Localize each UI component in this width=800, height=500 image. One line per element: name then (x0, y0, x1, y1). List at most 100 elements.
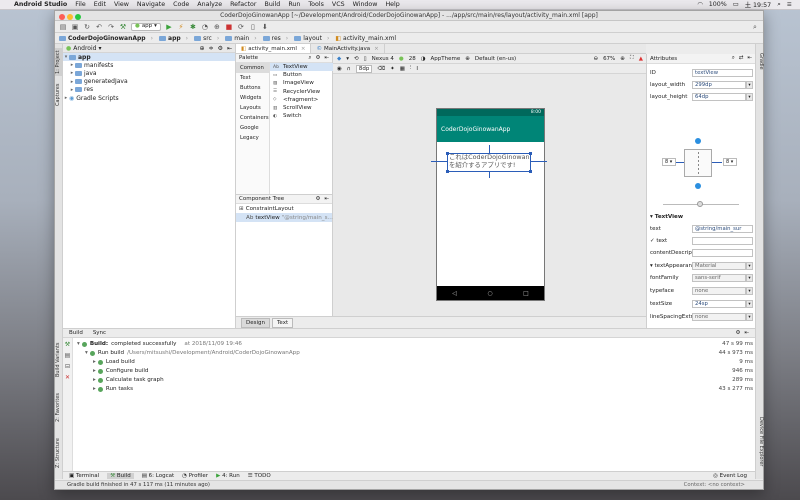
locate-icon[interactable]: ⊕ (200, 45, 205, 52)
menubar-app-name[interactable]: Android Studio (14, 1, 67, 8)
menu-run[interactable]: Run (288, 1, 300, 8)
warnings-icon[interactable]: ▲ (639, 56, 643, 62)
tab-mainactivity-java[interactable]: © MainActivity.java × (311, 44, 385, 53)
project-tool-tab[interactable]: 1: Project (55, 48, 63, 76)
tree-item-gradle-scripts[interactable]: ▸ ◉ Gradle Scripts (63, 94, 235, 102)
attach-debugger-icon[interactable]: ⊕ (213, 23, 221, 31)
chevron-down-icon[interactable]: ▾ (746, 274, 753, 282)
phone-preview[interactable]: 8:00 CoderDojoGinowanApp これはCoderDojoGin… (431, 108, 547, 301)
chevron-down-icon[interactable]: ▾ (98, 45, 101, 52)
api-select[interactable]: 28 (409, 56, 416, 62)
text-size-field[interactable]: 24sp (692, 300, 746, 308)
tree-constraintlayout[interactable]: ⊞ ConstraintLayout (236, 204, 332, 213)
palette-item-recyclerview[interactable]: ☰ RecyclerView (270, 88, 333, 96)
tab-run[interactable]: ▶ 4: Run (216, 473, 240, 479)
layout-height-field[interactable]: 64dp (692, 93, 746, 101)
run-icon[interactable]: ▶ (165, 23, 173, 31)
zoom-in-icon[interactable]: ⊕ (620, 56, 625, 62)
menu-file[interactable]: File (75, 1, 86, 8)
menu-list-icon[interactable]: ≡ (787, 1, 792, 8)
tree-item-manifests[interactable]: ▸ manifests (63, 61, 235, 69)
stop-icon[interactable]: ✕ (63, 374, 72, 381)
gear-icon[interactable]: ⚙ (735, 330, 740, 336)
structure-tool-tab[interactable]: Z: Structure (55, 436, 63, 470)
tree-item-res[interactable]: ▸ res (63, 86, 235, 94)
pack-icon[interactable]: ▦ (400, 66, 405, 72)
align-icon[interactable]: ⫶ (410, 65, 411, 72)
palette-item-scrollview[interactable]: ▥ ScrollView (270, 104, 333, 112)
menu-help[interactable]: Help (385, 1, 399, 8)
search-icon[interactable]: ⌕ (308, 55, 311, 62)
menu-analyze[interactable]: Analyze (197, 1, 222, 8)
collapse-icon[interactable]: ≑ (209, 45, 214, 52)
gear-icon[interactable]: ⚙ (218, 45, 223, 52)
wifi-icon[interactable]: ◠ (697, 1, 703, 8)
hammer-icon[interactable]: ⚒ (119, 23, 127, 31)
tab-sync[interactable]: Sync (93, 330, 106, 336)
line-spacing-select[interactable]: none (692, 313, 746, 321)
margin-value[interactable]: 8dp (355, 64, 373, 73)
project-view-select[interactable]: Android (73, 45, 96, 52)
run-config-select[interactable]: ● app ▾ (131, 22, 161, 31)
captures-tool-tab[interactable]: Captures (55, 82, 63, 108)
build-row-run-tasks[interactable]: ▸ Run tasks 43 s 277 ms (77, 385, 753, 393)
crumb-main[interactable]: main › (225, 35, 257, 42)
menu-tools[interactable]: Tools (308, 1, 324, 8)
menu-refactor[interactable]: Refactor (230, 1, 256, 8)
palette-category-common[interactable]: Common (236, 63, 269, 73)
crumb-project[interactable]: CoderDojoGinowanApp › (59, 35, 153, 42)
clear-constraints-icon[interactable]: ⌫ (377, 66, 385, 72)
crumb-layout[interactable]: layout › (294, 35, 329, 42)
tab-activity-main-xml[interactable]: ◧ activity_main.xml × (236, 44, 312, 53)
selection-box[interactable] (446, 152, 532, 173)
palette-item-imageview[interactable]: ▨ ImageView (270, 79, 333, 87)
hammer-icon[interactable]: ⚒ (63, 341, 72, 348)
hide-icon[interactable]: ⇤ (744, 330, 749, 336)
close-tab-icon[interactable]: × (374, 46, 379, 52)
tab-design[interactable]: Design (241, 317, 270, 328)
search-icon[interactable]: ⌕ (732, 55, 735, 62)
chevron-down-icon[interactable]: ▾ (746, 262, 753, 270)
right-constraint-link[interactable] (712, 162, 722, 163)
android-icon[interactable]: ● (399, 56, 404, 62)
palette-category-layouts[interactable]: Layouts (236, 103, 269, 113)
redo-icon[interactable]: ↷ (107, 23, 115, 31)
clock[interactable]: 土 19:57 (745, 0, 771, 9)
menu-build[interactable]: Build (265, 1, 281, 8)
chevron-right-icon[interactable]: ▸ (93, 368, 96, 374)
theme-icon[interactable]: ◑ (421, 56, 426, 62)
crumb-file[interactable]: ◧ activity_main.xml (335, 35, 396, 42)
undo-icon[interactable]: ↶ (95, 23, 103, 31)
tab-text[interactable]: Text (272, 317, 294, 328)
tree-item-generatedjava[interactable]: ▸ generatedJava (63, 78, 235, 86)
tab-event-log[interactable]: ◎ Event Log (713, 473, 747, 479)
infer-constraints-icon[interactable]: ✦ (390, 66, 395, 72)
device-icon[interactable]: ▯ (364, 56, 367, 62)
hide-icon[interactable]: ⇤ (324, 55, 329, 62)
palette-category-buttons[interactable]: Buttons (236, 83, 269, 93)
build-variants-tool-tab[interactable]: Build Variants (55, 340, 63, 380)
palette-category-text[interactable]: Text (236, 73, 269, 83)
layout-width-field[interactable]: 299dp (692, 81, 746, 89)
build-row-load-build[interactable]: ▸ Load build 9 ms (77, 358, 753, 366)
device-select[interactable]: Nexus 4 (372, 56, 394, 62)
text-field[interactable]: @string/main_sur (692, 225, 753, 233)
minimize-window-button[interactable] (67, 13, 73, 20)
battery-percent[interactable]: 100% (709, 1, 727, 8)
resize-handle-br[interactable] (529, 170, 532, 173)
menu-vcs[interactable]: VCS (332, 1, 345, 8)
palette-item-fragment[interactable]: ◇ <fragment> (270, 96, 333, 104)
palette-item-button[interactable]: ▭ Button (270, 71, 333, 79)
tree-textview[interactable]: Ab textView "@string/main_s..." ! (236, 213, 340, 222)
tab-profiler[interactable]: ◔ Profiler (182, 473, 208, 479)
chevron-down-icon[interactable]: ▾ (346, 56, 349, 62)
left-margin-select[interactable]: 8 ▾ (662, 158, 676, 166)
chevron-down-icon[interactable]: ▾ (746, 93, 753, 101)
chevron-down-icon[interactable]: ▾ (746, 300, 753, 308)
apply-changes-icon[interactable]: ⚡ (177, 23, 185, 31)
chevron-right-icon[interactable]: ▸ (93, 377, 96, 383)
tab-todo[interactable]: ☰ TODO (248, 473, 271, 479)
fit-screen-icon[interactable]: ⛶ (630, 55, 634, 62)
palette-category-widgets[interactable]: Widgets (236, 93, 269, 103)
chevron-down-icon[interactable]: ▾ (746, 287, 753, 295)
